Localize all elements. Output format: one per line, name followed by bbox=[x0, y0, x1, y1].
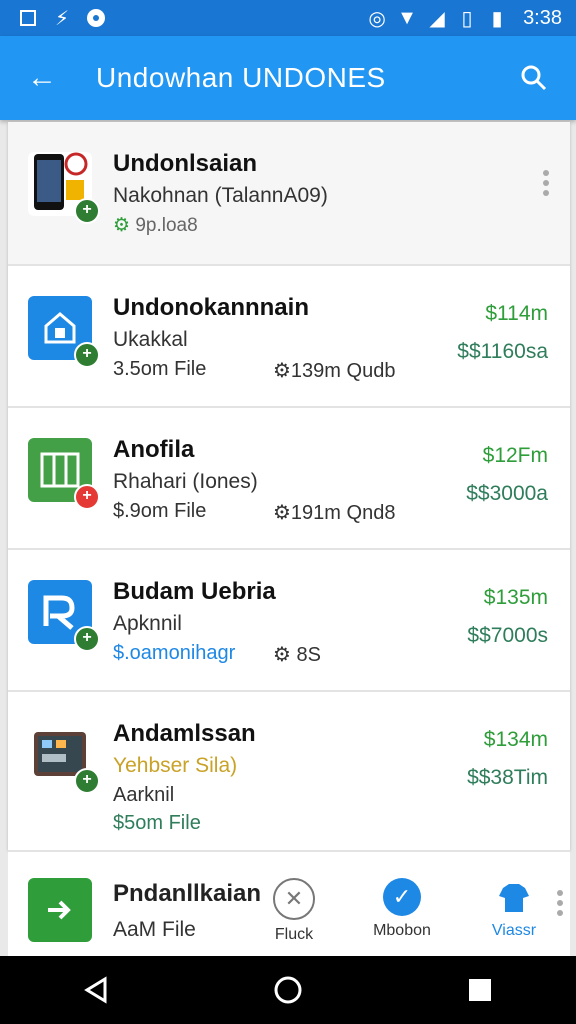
status-bar: ⚡ ◎ ▼ ◢ ▯ ▮ 3:38 bbox=[0, 0, 576, 36]
action-viassr[interactable]: Viassr bbox=[474, 878, 554, 940]
status-badge: + bbox=[74, 626, 100, 652]
search-icon[interactable] bbox=[514, 58, 554, 98]
app-icon: + bbox=[28, 438, 100, 510]
bottom-card[interactable]: Pndanllkaian AaM File ✕ Fluck ✓ Mbobon V… bbox=[8, 852, 570, 956]
check-circle-icon: ✓ bbox=[383, 878, 421, 916]
app-icon: + bbox=[28, 296, 100, 368]
no-sim-icon: ▯ bbox=[461, 7, 473, 30]
more-options-icon[interactable] bbox=[542, 170, 550, 196]
app-icon: + bbox=[28, 152, 100, 224]
list-item[interactable]: + Andamlssan Yehbser Sila) Aarknil $5om … bbox=[8, 692, 570, 852]
gear-icon: ⚙ bbox=[113, 215, 131, 236]
signal-icon: ◢ bbox=[429, 7, 445, 30]
item-subtitle: Ukakkal bbox=[113, 328, 188, 351]
item-subtitle-2: Aarknil bbox=[113, 784, 175, 806]
back-nav-icon[interactable] bbox=[76, 970, 116, 1010]
item-title: Andamlssan bbox=[113, 720, 256, 747]
price-top: $135m bbox=[483, 586, 548, 609]
item-meta: $.9om File bbox=[113, 500, 207, 522]
item-subtitle: Yehbser Sila) bbox=[113, 754, 238, 777]
recents-nav-icon[interactable] bbox=[460, 970, 500, 1010]
item-meta-2: ⚙139m Qudb bbox=[273, 360, 396, 382]
app-bar: ← Undowhan UNDONES bbox=[0, 36, 576, 120]
list-item[interactable]: + Anofila Rhahari (Iones) $.9om File ⚙19… bbox=[8, 408, 570, 550]
home-nav-icon[interactable] bbox=[268, 970, 308, 1010]
data-saver-icon: ◎ bbox=[368, 7, 386, 30]
app-title: Undowhan UNDONES bbox=[96, 62, 386, 93]
camera-notification-icon bbox=[86, 8, 106, 28]
item-subtitle: Apknnil bbox=[113, 612, 182, 635]
item-meta: $5om File bbox=[113, 812, 201, 834]
app-icon: + bbox=[28, 722, 100, 794]
clock: 3:38 bbox=[523, 6, 562, 29]
price-top: $12Fm bbox=[482, 444, 548, 467]
item-subtitle: Nakohnan (TalannA09) bbox=[113, 184, 328, 207]
shirt-icon bbox=[495, 878, 533, 916]
action-mbobon[interactable]: ✓ Mbobon bbox=[362, 878, 442, 940]
item-meta: 3.5om File bbox=[113, 358, 207, 380]
item-meta: ⚙ 9p.loa8 bbox=[113, 215, 198, 236]
app-list: + Undonlsaian Nakohnan (TalannA09) ⚙ 9p.… bbox=[8, 122, 570, 852]
list-item[interactable]: + Undonlsaian Nakohnan (TalannA09) ⚙ 9p.… bbox=[8, 122, 570, 266]
back-arrow-icon[interactable]: ← bbox=[18, 54, 66, 102]
action-fluck[interactable]: ✕ Fluck bbox=[254, 878, 334, 944]
item-title: Budam Uebria bbox=[113, 578, 276, 605]
status-badge: + bbox=[74, 342, 100, 368]
item-title: Pndanllkaian bbox=[113, 880, 262, 907]
close-circle-icon: ✕ bbox=[273, 878, 315, 920]
list-item[interactable]: + Budam Uebria Apknnil $.oamonihagr ⚙ 8S… bbox=[8, 550, 570, 692]
app-icon bbox=[28, 878, 92, 942]
item-meta-2: ⚙ 8S bbox=[273, 644, 321, 666]
item-title: Anofila bbox=[113, 436, 195, 463]
item-meta[interactable]: $.oamonihagr bbox=[113, 642, 235, 665]
wifi-icon: ▼ bbox=[397, 6, 417, 29]
more-options-icon[interactable] bbox=[556, 890, 564, 916]
price-bottom: $$1160sa bbox=[457, 340, 548, 363]
action-label: Mbobon bbox=[373, 922, 431, 939]
item-title: Undonokannnain bbox=[113, 294, 309, 321]
status-badge: + bbox=[74, 768, 100, 794]
list-item[interactable]: + Undonokannnain Ukakkal 3.5om File ⚙139… bbox=[8, 266, 570, 408]
status-badge: + bbox=[74, 484, 100, 510]
item-subtitle: AaM File bbox=[113, 918, 196, 941]
gallery-notification-icon bbox=[18, 8, 38, 28]
action-label: Viassr bbox=[491, 922, 537, 939]
navigation-bar bbox=[0, 956, 576, 1024]
price-bottom: $$7000s bbox=[467, 624, 548, 647]
status-badge: + bbox=[74, 198, 100, 224]
item-title: Undonlsaian bbox=[113, 150, 258, 177]
price-top: $134m bbox=[483, 728, 548, 751]
action-label: Fluck bbox=[274, 926, 314, 943]
price-bottom: $$3000a bbox=[466, 482, 548, 505]
item-meta-2: ⚙191m Qnd8 bbox=[273, 502, 396, 524]
battery-icon: ▮ bbox=[491, 7, 503, 30]
item-subtitle: Rhahari (Iones) bbox=[113, 470, 258, 493]
price-bottom: $$38Tim bbox=[467, 766, 548, 789]
lightning-notification-icon: ⚡ bbox=[54, 7, 70, 30]
app-icon: + bbox=[28, 580, 100, 652]
price-top: $114m bbox=[485, 302, 548, 325]
